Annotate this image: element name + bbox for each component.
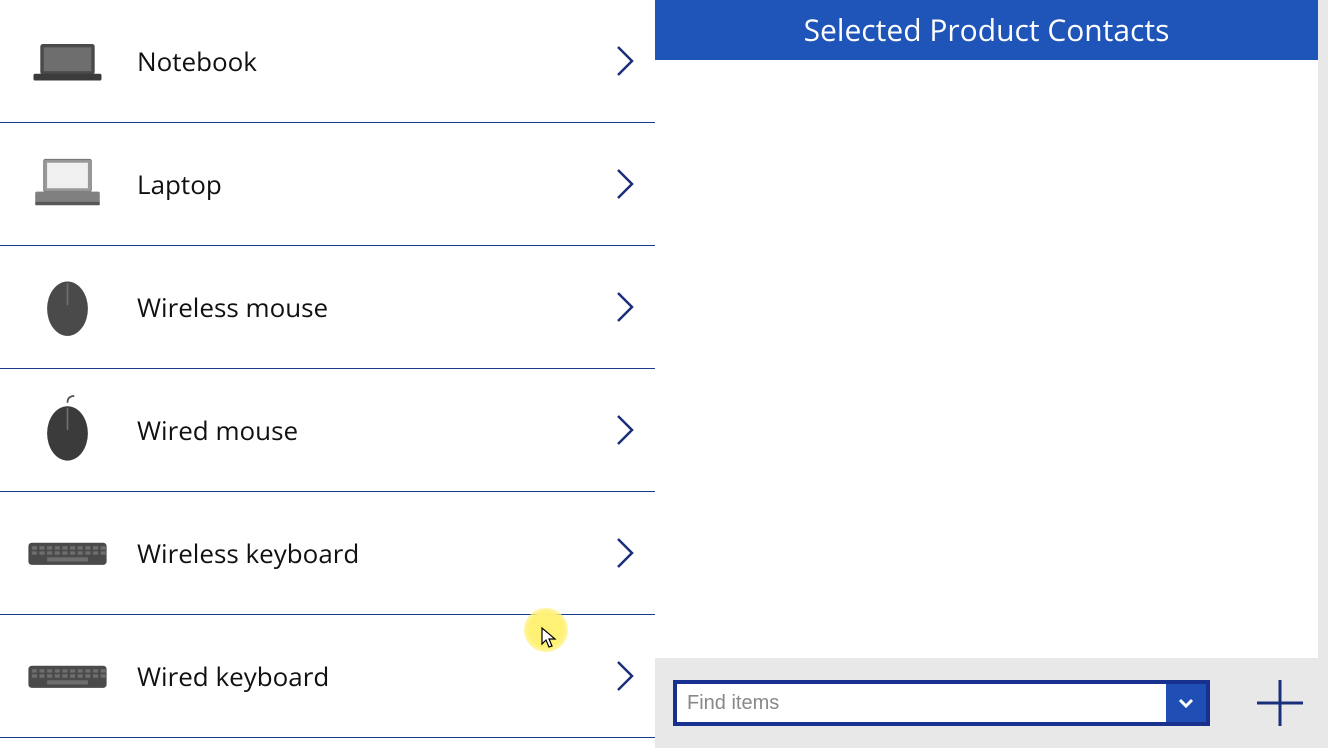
app-root: Notebook Laptop Wireless mouse Wired mouse W…	[0, 0, 1328, 748]
find-items-combo[interactable]	[673, 680, 1210, 726]
find-items-dropdown-button[interactable]	[1166, 684, 1206, 722]
chevron-right-icon	[605, 43, 645, 79]
product-row[interactable]: Laptop	[0, 123, 655, 246]
chevron-right-icon	[605, 535, 645, 571]
chevron-down-icon	[1176, 693, 1196, 713]
plus-icon	[1253, 676, 1307, 730]
contacts-header: Selected Product Contacts	[655, 0, 1318, 60]
product-row[interactable]: Wired keyboard	[0, 615, 655, 738]
chevron-right-icon	[605, 658, 645, 694]
product-thumb	[20, 262, 115, 352]
contacts-footer	[655, 658, 1328, 748]
product-row[interactable]: Wired mouse	[0, 369, 655, 492]
product-thumb	[20, 631, 115, 721]
product-row[interactable]: Notebook	[0, 0, 655, 123]
contacts-body[interactable]	[655, 60, 1318, 658]
product-label: Wired keyboard	[115, 658, 605, 694]
product-thumb	[20, 385, 115, 475]
chevron-right-icon	[605, 166, 645, 202]
product-thumb	[20, 16, 115, 106]
product-label: Wireless mouse	[115, 289, 605, 325]
product-label: Wireless keyboard	[115, 535, 605, 571]
chevron-right-icon	[605, 289, 645, 325]
product-row[interactable]: Wireless mouse	[0, 246, 655, 369]
find-items-input[interactable]	[677, 684, 1166, 722]
product-label: Laptop	[115, 166, 605, 202]
product-thumb	[20, 508, 115, 598]
add-button[interactable]	[1250, 673, 1310, 733]
product-thumb	[20, 139, 115, 229]
product-list-panel[interactable]: Notebook Laptop Wireless mouse Wired mouse W…	[0, 0, 655, 748]
contacts-panel: Selected Product Contacts	[655, 0, 1328, 748]
chevron-right-icon	[605, 412, 645, 448]
product-label: Notebook	[115, 43, 605, 79]
product-label: Wired mouse	[115, 412, 605, 448]
product-row[interactable]: Wireless keyboard	[0, 492, 655, 615]
